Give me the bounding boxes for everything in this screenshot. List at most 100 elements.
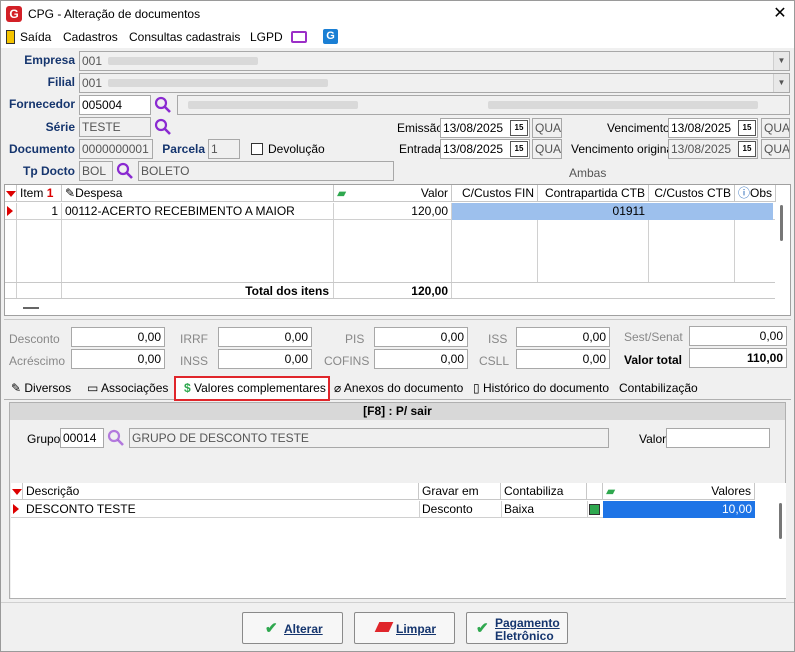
col-ccustos-fin[interactable]: C/Custos FIN xyxy=(452,185,538,202)
chevron-down-icon[interactable]: ▼ xyxy=(773,74,789,92)
sort-asc-icon: 1 xyxy=(46,186,54,200)
row-pointer-icon xyxy=(13,504,19,514)
col-contabiliza[interactable]: Contabiliza xyxy=(501,483,587,500)
scrollbar[interactable] xyxy=(780,205,783,241)
chevron-down-icon[interactable]: ▼ xyxy=(773,52,789,70)
menu-consultas-cadastrais[interactable]: Consultas cadastrais xyxy=(129,30,240,44)
search-icon[interactable] xyxy=(107,429,125,447)
calendar-icon[interactable]: 15 xyxy=(510,120,528,136)
valor-input[interactable] xyxy=(666,428,770,448)
scrollbar[interactable] xyxy=(779,503,782,539)
filial-select[interactable]: 001 ▼ xyxy=(79,73,790,93)
parcela-label: Parcela xyxy=(162,142,205,156)
check-icon: ✔ xyxy=(476,620,489,637)
col-despesa[interactable]: ✎Despesa xyxy=(62,185,334,202)
col-ccustos-ctb[interactable]: C/Custos CTB xyxy=(649,185,735,202)
chat-icon: ▭ xyxy=(87,381,102,395)
monitor-icon[interactable] xyxy=(291,31,307,43)
col-descricao[interactable]: Descrição xyxy=(23,483,419,500)
tab-historico[interactable]: ▯ Histórico do documento xyxy=(473,377,609,399)
acrescimo-label: Acréscimo xyxy=(9,354,66,368)
redacted-text xyxy=(188,101,358,109)
valor-total-field: 110,00 xyxy=(689,348,787,368)
inss-field: 0,00 xyxy=(218,349,312,369)
calendar-icon[interactable]: 15 xyxy=(738,120,756,136)
table-row[interactable]: 1 00112-ACERTO RECEBIMENTO A MAIOR 120,0… xyxy=(5,203,775,220)
table-row[interactable]: DESCONTO TESTE Desconto Baixa 10,00 xyxy=(11,501,755,518)
grid-line xyxy=(587,501,588,518)
documento-label: Documento xyxy=(9,142,75,156)
col-valores-label: Valores xyxy=(711,484,751,498)
total-row: Total dos itens 120,00 xyxy=(5,282,775,299)
alterar-button[interactable]: ✔ Alterar xyxy=(242,612,343,644)
tab-associacoes-label: Associações xyxy=(101,381,169,395)
cofins-field: 0,00 xyxy=(374,349,468,369)
fornecedor-input[interactable]: 005004 xyxy=(79,95,151,115)
tpdocto-label: Tp Docto xyxy=(23,164,75,178)
redacted-text xyxy=(108,79,328,87)
menu-cadastros[interactable]: Cadastros xyxy=(63,30,118,44)
info-icon: ⓘ xyxy=(738,186,751,200)
col-obs[interactable]: ⓘObs xyxy=(735,185,776,202)
search-icon[interactable] xyxy=(116,162,134,180)
csll-field: 0,00 xyxy=(516,349,610,369)
app-window: G CPG - Alteração de documentos ✕ Saída … xyxy=(0,0,795,652)
emissao-day: QUA xyxy=(532,118,562,138)
valor-total-label: Valor total xyxy=(624,353,683,367)
documento-input[interactable]: 0000000001 xyxy=(79,139,153,159)
serie-input[interactable]: TESTE xyxy=(79,117,151,137)
cell-contrapartida: 01911 xyxy=(612,204,645,218)
contabiliza-checkbox[interactable] xyxy=(589,504,600,515)
csll-label: CSLL xyxy=(479,354,510,368)
pagamento-eletronico-button[interactable]: ✔ Pagamento Eletrônico xyxy=(466,612,568,644)
tpdocto-input[interactable]: BOL xyxy=(79,161,113,181)
col-contrapartida[interactable]: Contrapartida CTB xyxy=(538,185,649,202)
search-icon[interactable] xyxy=(154,118,172,136)
cofins-label: COFINS xyxy=(324,354,370,368)
grupo-input[interactable]: 00014 xyxy=(60,428,104,448)
empresa-select[interactable]: 001 ▼ xyxy=(79,51,790,71)
calendar-icon[interactable]: 15 xyxy=(510,141,528,157)
parcela-input[interactable]: 1 xyxy=(208,139,240,159)
menu-lgpd[interactable]: LGPD xyxy=(250,30,283,44)
tab-associacoes[interactable]: ▭ Associações xyxy=(87,377,168,399)
tab-contabilizacao[interactable]: Contabilização xyxy=(619,377,698,399)
col-valor[interactable]: ▰ Valor xyxy=(334,185,452,202)
grupo-label: Grupo xyxy=(27,432,61,446)
devolucao-checkbox[interactable] xyxy=(251,143,263,155)
cell-valor[interactable]: 10,00 xyxy=(603,501,755,518)
col-gravar-em[interactable]: Gravar em xyxy=(419,483,501,500)
entrada-day: QUA xyxy=(532,139,562,159)
valor-label: Valor xyxy=(639,432,667,446)
menu-saida[interactable]: Saída xyxy=(20,30,51,44)
desconto-field: 0,00 xyxy=(71,327,165,347)
window-title: CPG - Alteração de documentos xyxy=(28,7,201,21)
total-value: 120,00 xyxy=(411,284,448,298)
devolucao-label: Devolução xyxy=(268,142,325,156)
empresa-label: Empresa xyxy=(24,53,75,67)
tab-anexos[interactable]: ⌀ Anexos do documento xyxy=(334,377,463,399)
cell-contabiliza: Baixa xyxy=(504,502,535,516)
money-icon: ▰ xyxy=(337,186,347,200)
tab-diversos-label: Diversos xyxy=(24,381,72,395)
cell-descricao: DESCONTO TESTE xyxy=(26,502,136,516)
g-icon[interactable]: G xyxy=(323,29,338,44)
close-button[interactable]: ✕ xyxy=(769,3,791,25)
entrada-label: Entrada xyxy=(399,142,442,156)
valores-grid[interactable]: Descrição Gravar em Contabiliza ▰ Valores… xyxy=(11,483,786,598)
search-icon[interactable] xyxy=(154,96,172,114)
emissao-label: Emissão xyxy=(397,121,444,135)
items-grid[interactable]: Item 1 ✎Despesa ▰ Valor C/Custos FIN Cont… xyxy=(4,184,791,316)
limpar-button[interactable]: Limpar xyxy=(354,612,455,644)
tab-diversos[interactable]: ✎ Diversos xyxy=(11,377,71,399)
col-valores[interactable]: ▰ Valores xyxy=(603,483,755,500)
col-item[interactable]: Item 1 xyxy=(17,185,62,202)
cell-despesa: 00112-ACERTO RECEBIMENTO A MAIOR xyxy=(65,204,295,218)
tab-anexos-label: Anexos do documento xyxy=(343,381,464,395)
splitter-handle[interactable] xyxy=(23,307,39,309)
fornecedor-name xyxy=(177,95,790,115)
col-valor-label: Valor xyxy=(420,186,448,200)
serie-label: Série xyxy=(45,120,75,134)
pis-label: PIS xyxy=(345,332,365,346)
tab-valores-complementares[interactable]: $ Valores complementares xyxy=(174,376,330,401)
